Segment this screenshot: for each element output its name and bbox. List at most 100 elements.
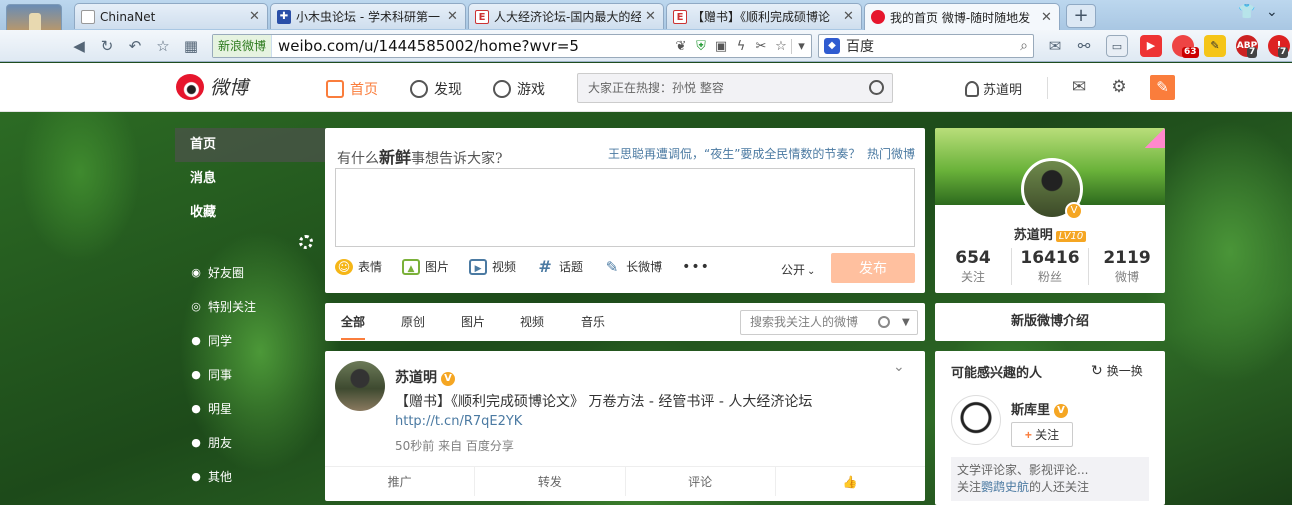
suggested-user[interactable]: 斯库里 V xyxy=(1011,399,1069,418)
browser-tab-pinggu[interactable]: E 人大经济论坛-国内最大的经 ✕ xyxy=(468,3,664,29)
weibo-ext-icon[interactable]: 63 xyxy=(1172,35,1199,58)
alert-icon[interactable]: ! 7 xyxy=(1268,35,1290,58)
hot-topic-link[interactable]: 王思聪再遭调侃，“夜生”要成全民情数的节奏？ xyxy=(608,145,860,162)
emoji-button[interactable]: ☺ 表情 xyxy=(335,258,382,275)
comment-button[interactable]: 评论 xyxy=(626,467,776,496)
like-button[interactable]: 👍 xyxy=(776,467,925,496)
long-weibo-button[interactable]: ✎ 长微博 xyxy=(603,258,662,275)
post-link[interactable]: http://t.cn/R7qE2YK xyxy=(395,414,522,429)
tab-images[interactable]: 图片 xyxy=(461,303,485,341)
close-icon[interactable]: ✕ xyxy=(843,9,855,24)
header-search-input[interactable]: 大家正在热搜：孙悦 整容 xyxy=(577,73,893,103)
compose-icon[interactable]: ✎ xyxy=(1150,75,1175,100)
link-icon[interactable]: ⚯ xyxy=(1073,35,1095,57)
shirt-icon[interactable]: 👕 xyxy=(1238,4,1255,20)
left-nav-messages[interactable]: 消息 xyxy=(175,162,325,196)
header-user[interactable]: 苏道明 xyxy=(965,79,1022,98)
desc-user-link[interactable]: 鹦鹉史航 xyxy=(981,480,1029,494)
stat-followers[interactable]: 16416 粉丝 xyxy=(1012,248,1089,285)
tab-music[interactable]: 音乐 xyxy=(581,303,605,341)
close-icon[interactable]: ✕ xyxy=(645,9,657,24)
nav-games[interactable]: 游戏 xyxy=(493,79,545,99)
address-bar[interactable]: 新浪微博 weibo.com/u/1444585002/home?wvr=5 ❦… xyxy=(212,34,812,58)
chevron-down-icon[interactable]: ⌄ xyxy=(1266,4,1278,20)
play-icon[interactable]: ▶ xyxy=(1140,35,1162,57)
grid-icon[interactable]: ▦ xyxy=(180,35,202,57)
gear-icon[interactable] xyxy=(299,235,313,249)
scissors-icon[interactable]: ✂ xyxy=(751,39,771,54)
screenshot-icon[interactable]: ▭ xyxy=(1106,35,1128,57)
star-icon[interactable]: ☆ xyxy=(771,39,791,54)
send-button[interactable]: 发布 xyxy=(831,253,915,283)
group-item[interactable]: ● 同学 xyxy=(175,324,325,358)
browser-tab-weibo[interactable]: 我的首页 微博-随时随地发 ✕ xyxy=(864,3,1060,30)
image-button[interactable]: ▲ 图片 xyxy=(402,258,449,275)
tab-all[interactable]: 全部 xyxy=(341,303,366,340)
post-author[interactable]: 苏道明 V xyxy=(395,367,455,387)
refresh-icon[interactable]: ↻ xyxy=(96,35,118,57)
follow-button[interactable]: + 关注 xyxy=(1011,422,1073,447)
chevron-down-icon[interactable]: ▾ xyxy=(791,38,811,54)
nav-discover[interactable]: 发现 xyxy=(410,79,462,99)
search-icon[interactable] xyxy=(869,80,884,95)
browser-tab-book[interactable]: E 【赠书】《顺利完成硕博论 ✕ xyxy=(666,3,862,29)
shield-icon[interactable]: ⛨ xyxy=(691,39,711,54)
stat-following[interactable]: 654 关注 xyxy=(935,248,1012,285)
group-item[interactable]: ● 其他 xyxy=(175,460,325,494)
mail-icon[interactable]: ✉ xyxy=(1044,35,1066,57)
corner-flag-icon[interactable] xyxy=(1145,128,1165,148)
adblock-icon[interactable]: ABP 7 xyxy=(1236,35,1258,58)
tab-title: 人大经济论坛-国内最大的经 xyxy=(494,10,641,24)
more-tools-button[interactable]: ••• xyxy=(682,259,710,275)
mail-icon[interactable]: ✉ xyxy=(1068,77,1090,97)
repost-button[interactable]: 转发 xyxy=(475,467,626,496)
browser-tab-chinanet[interactable]: ChinaNet ✕ xyxy=(74,3,268,29)
group-item[interactable]: ● 明星 xyxy=(175,392,325,426)
stat-label: 粉丝 xyxy=(1037,270,1062,284)
url-text[interactable]: weibo.com/u/1444585002/home?wvr=5 xyxy=(278,37,671,55)
close-icon[interactable]: ✕ xyxy=(249,9,261,24)
visibility-select[interactable]: 公开 ⌄ xyxy=(781,261,815,278)
star-icon[interactable]: ☆ xyxy=(152,35,174,57)
new-tab-button[interactable]: + xyxy=(1066,4,1096,28)
avatar[interactable] xyxy=(335,361,385,411)
search-engine-box[interactable]: ◆ 百度 ⌕ xyxy=(818,34,1034,58)
nav-home[interactable]: 首页 xyxy=(326,79,378,99)
back-icon[interactable]: ◀ xyxy=(68,35,90,57)
group-item[interactable]: ● 朋友 xyxy=(175,426,325,460)
refresh-button[interactable]: ↻ 换一换 xyxy=(1091,362,1143,379)
gear-icon[interactable]: ⚙ xyxy=(1108,77,1130,97)
lightning-icon[interactable]: ϟ xyxy=(731,39,751,54)
profile-name[interactable]: 苏道明 xyxy=(1014,228,1053,243)
video-button[interactable]: ▶ 视频 xyxy=(469,258,516,275)
group-item[interactable]: ● 同事 xyxy=(175,358,325,392)
weibo-logo[interactable]: 微博 xyxy=(176,73,248,100)
feed-search-input[interactable]: 搜索我关注人的微博 ▼ xyxy=(740,310,918,335)
search-icon[interactable] xyxy=(878,316,890,328)
search-icon[interactable]: ⌕ xyxy=(1020,38,1028,54)
bullet-icon: ● xyxy=(191,368,201,381)
new-version-intro[interactable]: 新版微博介绍 xyxy=(935,303,1165,341)
avatar[interactable] xyxy=(951,395,1001,445)
leaf-icon[interactable]: ❦ xyxy=(671,39,691,54)
tab-video[interactable]: 视频 xyxy=(520,303,544,341)
brush-icon[interactable]: ✎ xyxy=(1204,35,1226,57)
tab-original[interactable]: 原创 xyxy=(401,303,425,341)
left-nav-home[interactable]: 首页 xyxy=(175,128,325,162)
chevron-down-icon[interactable]: ⌄ xyxy=(893,359,905,375)
stat-posts[interactable]: 2119 微博 xyxy=(1089,248,1165,285)
close-icon[interactable]: ✕ xyxy=(447,9,459,24)
dropdown-icon[interactable]: ▼ xyxy=(902,311,910,334)
topic-button[interactable]: # 话题 xyxy=(536,258,583,275)
weibo-header: 微博 首页 发现 游戏 大家正在热搜：孙悦 整容 苏道明 ✉ ⚙ ✎ xyxy=(0,63,1292,112)
undo-icon[interactable]: ↶ xyxy=(124,35,146,57)
hot-weibo-link[interactable]: 热门微博 xyxy=(867,145,915,162)
qrcode-icon[interactable]: ▣ xyxy=(711,39,731,54)
composer-textarea[interactable] xyxy=(335,168,915,247)
close-icon[interactable]: ✕ xyxy=(1041,10,1053,25)
left-nav-favorites[interactable]: 收藏 xyxy=(175,196,325,230)
browser-tab-muchong[interactable]: ✚ 小木虫论坛 - 学术科研第一 ✕ xyxy=(270,3,466,29)
promote-button[interactable]: 推广 xyxy=(325,467,476,496)
group-item[interactable]: ◎ 特别关注 xyxy=(175,290,325,324)
group-item[interactable]: ◉ 好友圈 xyxy=(175,256,325,290)
